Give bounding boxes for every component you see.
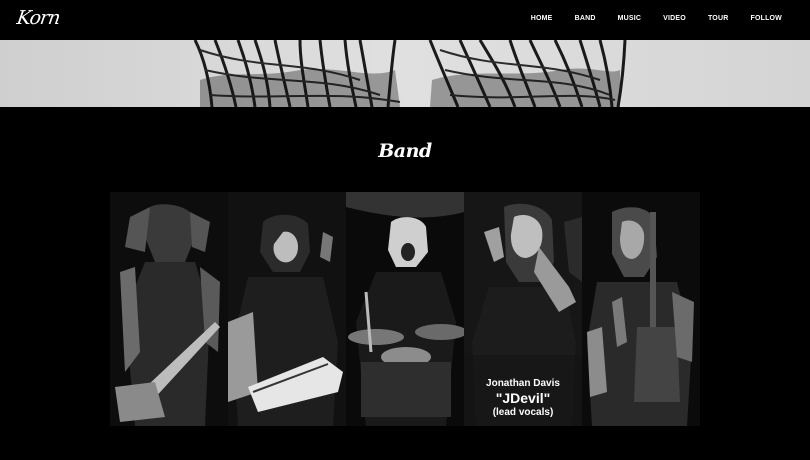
hero-banner-image [0,40,810,107]
nav-tour-link[interactable]: TOUR [708,15,729,22]
band-member-photo-vocals[interactable]: Jonathan Davis "JDevil" (lead vocals) [464,192,582,426]
top-navigation-bar: Korn HOME BAND MUSIC VIDEO TOUR FOLLOW [0,0,810,40]
member-name: Jonathan Davis [486,378,560,389]
nav-video-link[interactable]: VIDEO [663,15,686,22]
drummer-photo [346,192,464,426]
nav-home-link[interactable]: HOME [531,15,553,22]
nav-follow-link[interactable]: FOLLOW [750,15,782,22]
band-members-gallery: Jonathan Davis "JDevil" (lead vocals) [110,192,700,426]
guitarist-photo [228,192,346,426]
member-role: (lead vocals) [492,407,554,418]
band-member-photo-guitar-2[interactable] [582,192,700,426]
korn-logo[interactable]: Korn [15,7,61,29]
bassist-photo [110,192,228,426]
nav-band-link[interactable]: BAND [575,15,596,22]
member-nickname: "JDevil" [495,390,551,406]
band-member-photo-guitar-1[interactable] [228,192,346,426]
guitarist-2-photo [582,192,700,426]
band-member-photo-bass[interactable] [110,192,228,426]
member-caption: Jonathan Davis "JDevil" (lead vocals) [464,378,582,418]
main-nav: HOME BAND MUSIC VIDEO TOUR FOLLOW [509,15,782,22]
band-section-title: Band [378,140,432,162]
band-member-photo-drums[interactable] [346,192,464,426]
nav-music-link[interactable]: MUSIC [618,15,642,22]
wire-sculpture-graphic [193,40,627,107]
